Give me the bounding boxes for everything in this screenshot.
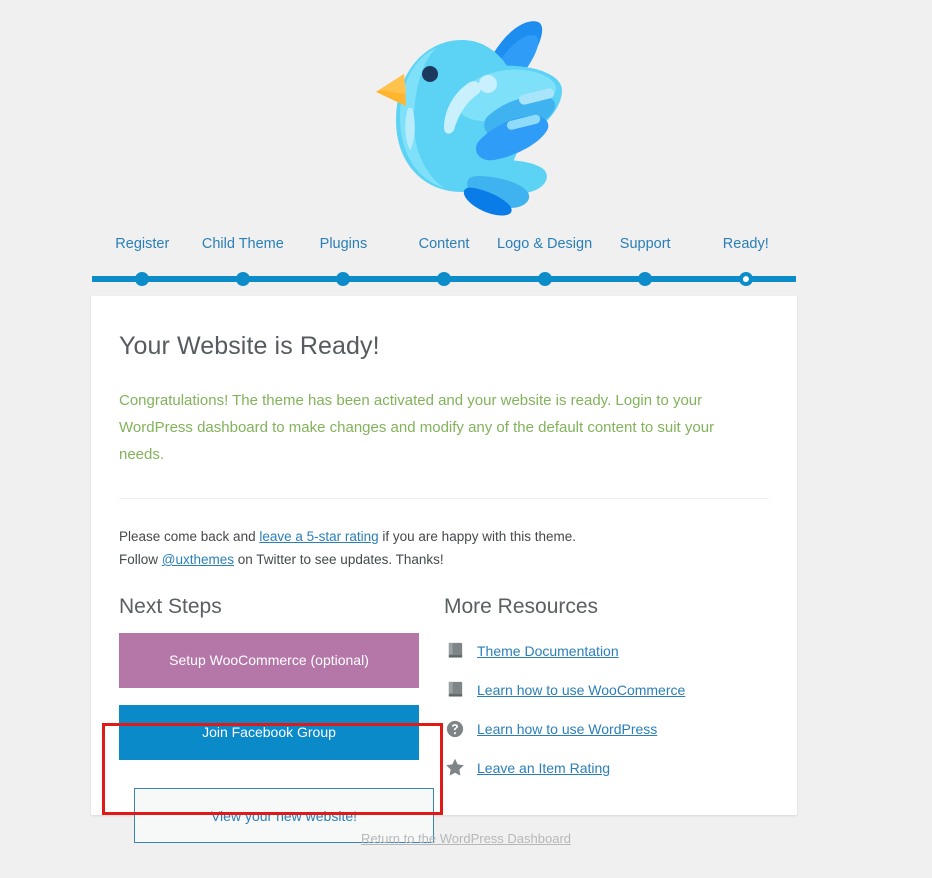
rating-note: Please come back and leave a 5-star rati… <box>119 525 769 571</box>
setup-steps-progress: Register Child Theme Plugins Content Log… <box>92 234 796 287</box>
step-label: Register <box>115 236 170 252</box>
learn-woocommerce-link[interactable]: Learn how to use WooCommerce <box>477 682 685 698</box>
congratulations-text: Congratulations! The theme has been acti… <box>119 392 715 463</box>
rating-note-before: Please come back and <box>119 529 260 544</box>
step-label: Content <box>418 236 470 252</box>
footer: Return to the WordPress Dashboard <box>0 830 932 848</box>
step-dot-plugins[interactable] <box>293 271 394 287</box>
uxthemes-twitter-link[interactable]: @uxthemes <box>162 552 234 567</box>
step-dot-ready[interactable] <box>695 271 796 287</box>
return-to-dashboard-link[interactable]: Return to the WordPress Dashboard <box>361 831 571 846</box>
join-facebook-group-button[interactable]: Join Facebook Group <box>119 705 419 760</box>
steps-label-row: Register Child Theme Plugins Content Log… <box>92 234 796 254</box>
step-label: Logo & Design <box>497 236 593 252</box>
dot-icon <box>135 272 150 286</box>
book-icon <box>444 641 466 661</box>
book-icon <box>444 680 466 700</box>
step-plugins[interactable]: Plugins <box>293 234 394 254</box>
blue-bird-mascot-icon <box>376 20 562 216</box>
next-steps-heading: Next Steps <box>119 595 222 618</box>
step-content[interactable]: Content <box>394 234 495 254</box>
step-child-theme[interactable]: Child Theme <box>193 234 294 254</box>
dot-icon <box>638 272 653 286</box>
page-title: Your Website is Ready! <box>119 332 380 360</box>
dot-icon <box>437 272 452 286</box>
step-dot-logo-design[interactable] <box>494 271 595 287</box>
step-dot-content[interactable] <box>394 271 495 287</box>
dot-icon <box>235 272 250 286</box>
twitter-note-after: on Twitter to see updates. Thanks! <box>234 552 444 567</box>
theme-documentation-link[interactable]: Theme Documentation <box>477 643 619 659</box>
resources-list: Theme Documentation Learn how to use Woo… <box>444 631 769 787</box>
list-item[interactable]: Learn how to use WooCommerce <box>444 670 769 709</box>
list-item[interactable]: Leave an Item Rating <box>444 748 769 787</box>
step-logo-design[interactable]: Logo & Design <box>494 234 595 254</box>
steps-dot-row <box>92 271 796 287</box>
more-resources-heading: More Resources <box>444 595 599 618</box>
steps-track <box>92 271 796 287</box>
question-circle-icon <box>444 719 466 739</box>
step-label: Plugins <box>319 236 368 252</box>
main-card: Your Website is Ready! Congratulations! … <box>91 296 797 843</box>
step-label: Ready! <box>722 236 769 252</box>
content-columns: Next Steps Setup WooCommerce (optional) … <box>119 595 769 843</box>
rating-note-after: if you are happy with this theme. <box>378 529 577 544</box>
step-label: Child Theme <box>201 236 284 252</box>
step-dot-register[interactable] <box>92 271 193 287</box>
step-ready[interactable]: Ready! <box>695 234 796 254</box>
learn-wordpress-link[interactable]: Learn how to use WordPress <box>477 721 657 737</box>
twitter-note-before: Follow <box>119 552 162 567</box>
dot-current-icon <box>738 272 753 286</box>
dot-icon <box>537 272 552 286</box>
step-dot-support[interactable] <box>595 271 696 287</box>
setup-woocommerce-button[interactable]: Setup WooCommerce (optional) <box>119 633 419 688</box>
step-label: Support <box>619 236 671 252</box>
star-icon <box>444 758 466 778</box>
step-support[interactable]: Support <box>595 234 696 254</box>
leave-item-rating-link[interactable]: Leave an Item Rating <box>477 760 610 776</box>
list-item[interactable]: Learn how to use WordPress <box>444 709 769 748</box>
leave-5-star-rating-link[interactable]: leave a 5-star rating <box>259 529 378 544</box>
step-register[interactable]: Register <box>92 234 193 254</box>
next-steps-column: Next Steps Setup WooCommerce (optional) … <box>119 595 444 843</box>
list-item[interactable]: Theme Documentation <box>444 631 769 670</box>
step-dot-child-theme[interactable] <box>193 271 294 287</box>
header-banner <box>0 0 932 228</box>
dot-icon <box>336 272 351 286</box>
more-resources-column: More Resources Theme Documentation Learn… <box>444 595 769 843</box>
divider <box>119 498 769 499</box>
